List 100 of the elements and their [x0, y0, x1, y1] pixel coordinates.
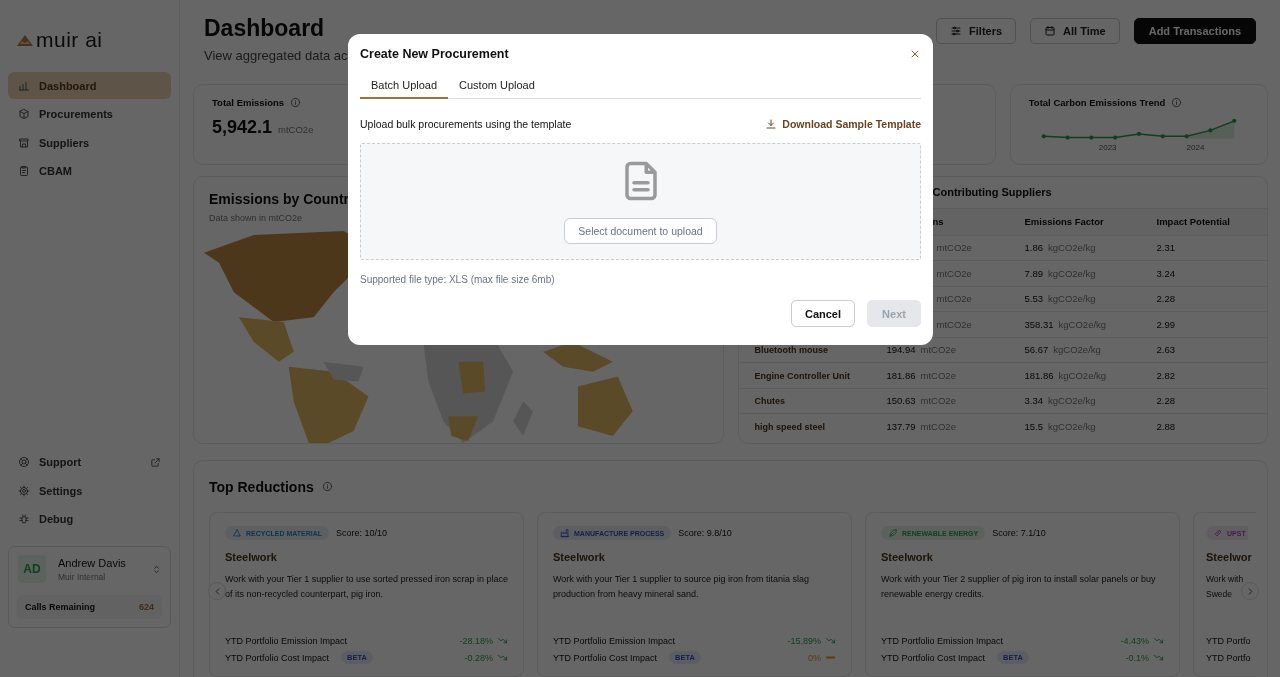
file-type-note: Supported file type: XLS (max file size 6mb) [360, 274, 556, 285]
add-button[interactable]: Add Transactions [1133, 18, 1256, 44]
nav-item[interactable]: CBAM [8, 157, 171, 185]
section-title: Top Reductions [209, 478, 314, 495]
calls-count: 624 [138, 602, 154, 612]
info-icon [321, 481, 333, 492]
table-cell: 2.63 [1156, 344, 1175, 356]
page-title: Dashboard [204, 15, 326, 42]
table-cell: 2.31 [1156, 242, 1175, 254]
metric-label: YTD Portfolio Cost Impact [553, 652, 658, 663]
close-button[interactable] [909, 48, 921, 60]
trend-down-icon [1153, 652, 1164, 663]
metric-label: YTD Portfolio Cost Impact [225, 652, 330, 663]
bar-chart-icon [18, 79, 30, 92]
supplier-name[interactable]: Bluetooth mouse [746, 345, 828, 356]
link-icon [1213, 528, 1223, 538]
score-label: Score: 10/10 [336, 528, 388, 538]
user-name: Andrew Davis [58, 556, 126, 569]
date-range-button[interactable]: All Time [1030, 18, 1120, 44]
filter-button[interactable]: Filters [936, 18, 1017, 44]
filter-icon [950, 25, 963, 37]
download-icon [765, 118, 778, 130]
settings-icon [18, 484, 30, 497]
factory-icon [560, 528, 570, 538]
supplier-name[interactable]: Chutes [746, 396, 785, 407]
table-cell: 2.88 [1156, 421, 1175, 432]
drop-zone[interactable]: Select document to upload [360, 143, 921, 260]
metric-value: -4.43% [1120, 635, 1149, 646]
select-file-button[interactable]: Select document to upload [564, 218, 717, 244]
clipboard-icon [18, 165, 30, 177]
tab[interactable]: Batch Upload [360, 74, 449, 99]
table-cell: 181.86 [886, 369, 916, 381]
calls-label: Calls Remaining [25, 602, 96, 612]
cancel-button[interactable]: Cancel [791, 300, 855, 327]
supplier-name[interactable]: Engine Controller Unit [746, 370, 850, 381]
stat-label: Total Emissions [212, 97, 285, 108]
table-cell: 150.63 [886, 395, 916, 407]
mountain-icon [17, 34, 33, 46]
box-icon [18, 108, 30, 120]
table-cell: 3.34 [1024, 395, 1043, 407]
reduction-description: Work with your Tier 2 supplier of pig iron to install solar panels or buy renewable energy credits. [881, 573, 1157, 601]
metric-label: YTD Portfolio Emission Impact [553, 635, 676, 646]
close-icon [909, 48, 921, 60]
bug-icon [18, 513, 30, 525]
table-cell: 1.86 [1024, 242, 1043, 254]
reduction-title: Steelwork [553, 551, 606, 563]
chevron-updown-icon [151, 563, 162, 575]
recycle-icon [232, 528, 242, 538]
table-cell: 2.28 [1156, 293, 1175, 305]
table-cell: 2.99 [1156, 318, 1175, 330]
table-cell: 5.53 [1024, 293, 1043, 305]
leaf-icon [888, 528, 898, 538]
axis-label: 2024 [1186, 143, 1205, 152]
score-label: Score: 9.8/10 [678, 528, 732, 538]
table-cell: 358.31 [1024, 318, 1054, 330]
reduction-title: Steelwork [881, 551, 934, 563]
info-icon [1171, 97, 1183, 108]
metric-label: YTD Portfo [1206, 652, 1251, 663]
page-subtitle: View aggregated data ac [204, 48, 348, 63]
nav-item[interactable]: Suppliers [8, 129, 171, 156]
column-header: Emissions Factor [1024, 216, 1104, 228]
metric-label: YTD Portfolio Cost Impact [881, 652, 986, 663]
supplier-name[interactable]: high speed steel [746, 422, 826, 432]
metric-label: YTD Portfolio Emission Impact [225, 635, 348, 646]
table-cell: 194.94 [886, 344, 916, 356]
table-cell: 56.67 [1024, 344, 1049, 356]
nav-item[interactable]: Procurements [8, 100, 171, 128]
metric-value: 0% [808, 652, 821, 663]
table-cell: 15.5 [1024, 421, 1043, 432]
stat-label: Total Carbon Emissions Trend [1028, 97, 1166, 108]
table-cell: 7.89 [1024, 267, 1043, 279]
logo-text: muir ai [36, 28, 103, 52]
calendar-icon [1044, 25, 1057, 37]
external-link-icon [150, 456, 161, 468]
download-link[interactable]: Download Sample Template [765, 118, 921, 130]
reduction-description: Work with Swede [1206, 573, 1245, 601]
nav-item[interactable]: Dashboard [8, 72, 171, 99]
metric-value: -0.1% [1125, 652, 1149, 663]
metric-label: YTD Portfo [1206, 635, 1251, 646]
column-header: Impact Potential [1156, 216, 1230, 228]
nav-item[interactable]: Settings [8, 477, 171, 504]
card-title: Contributing Suppliers [932, 186, 1052, 198]
reduction-description: Work with your Tier 1 supplier to use sorted pressed iron scrap in place of its non-recycled counterpart, pig iron. [225, 573, 508, 601]
dialog-title: Create New Procurement [360, 47, 509, 61]
reduction-description: Work with your Tier 1 supplier to source pig iron from titania slag production from heavy mineral sand. [553, 573, 810, 601]
nav-item[interactable]: Debug [8, 505, 171, 533]
score-label: Score: 7.1/10 [992, 528, 1046, 538]
trend-down-icon [1153, 635, 1164, 646]
table-cell: 137.79 [886, 421, 916, 432]
nav-item[interactable]: Support [8, 448, 171, 476]
trend-down-icon [497, 635, 508, 646]
tab[interactable]: Custom Upload [448, 74, 546, 99]
metric-label: YTD Portfolio Emission Impact [881, 635, 1004, 646]
table-cell: 3.24 [1156, 267, 1175, 279]
table-cell: 2.82 [1156, 369, 1175, 381]
trend-down-icon [497, 652, 508, 663]
metric-value: -28.18% [459, 635, 493, 646]
info-icon [290, 97, 302, 108]
column-header: ns [931, 216, 944, 228]
trend-down-icon [825, 635, 836, 646]
